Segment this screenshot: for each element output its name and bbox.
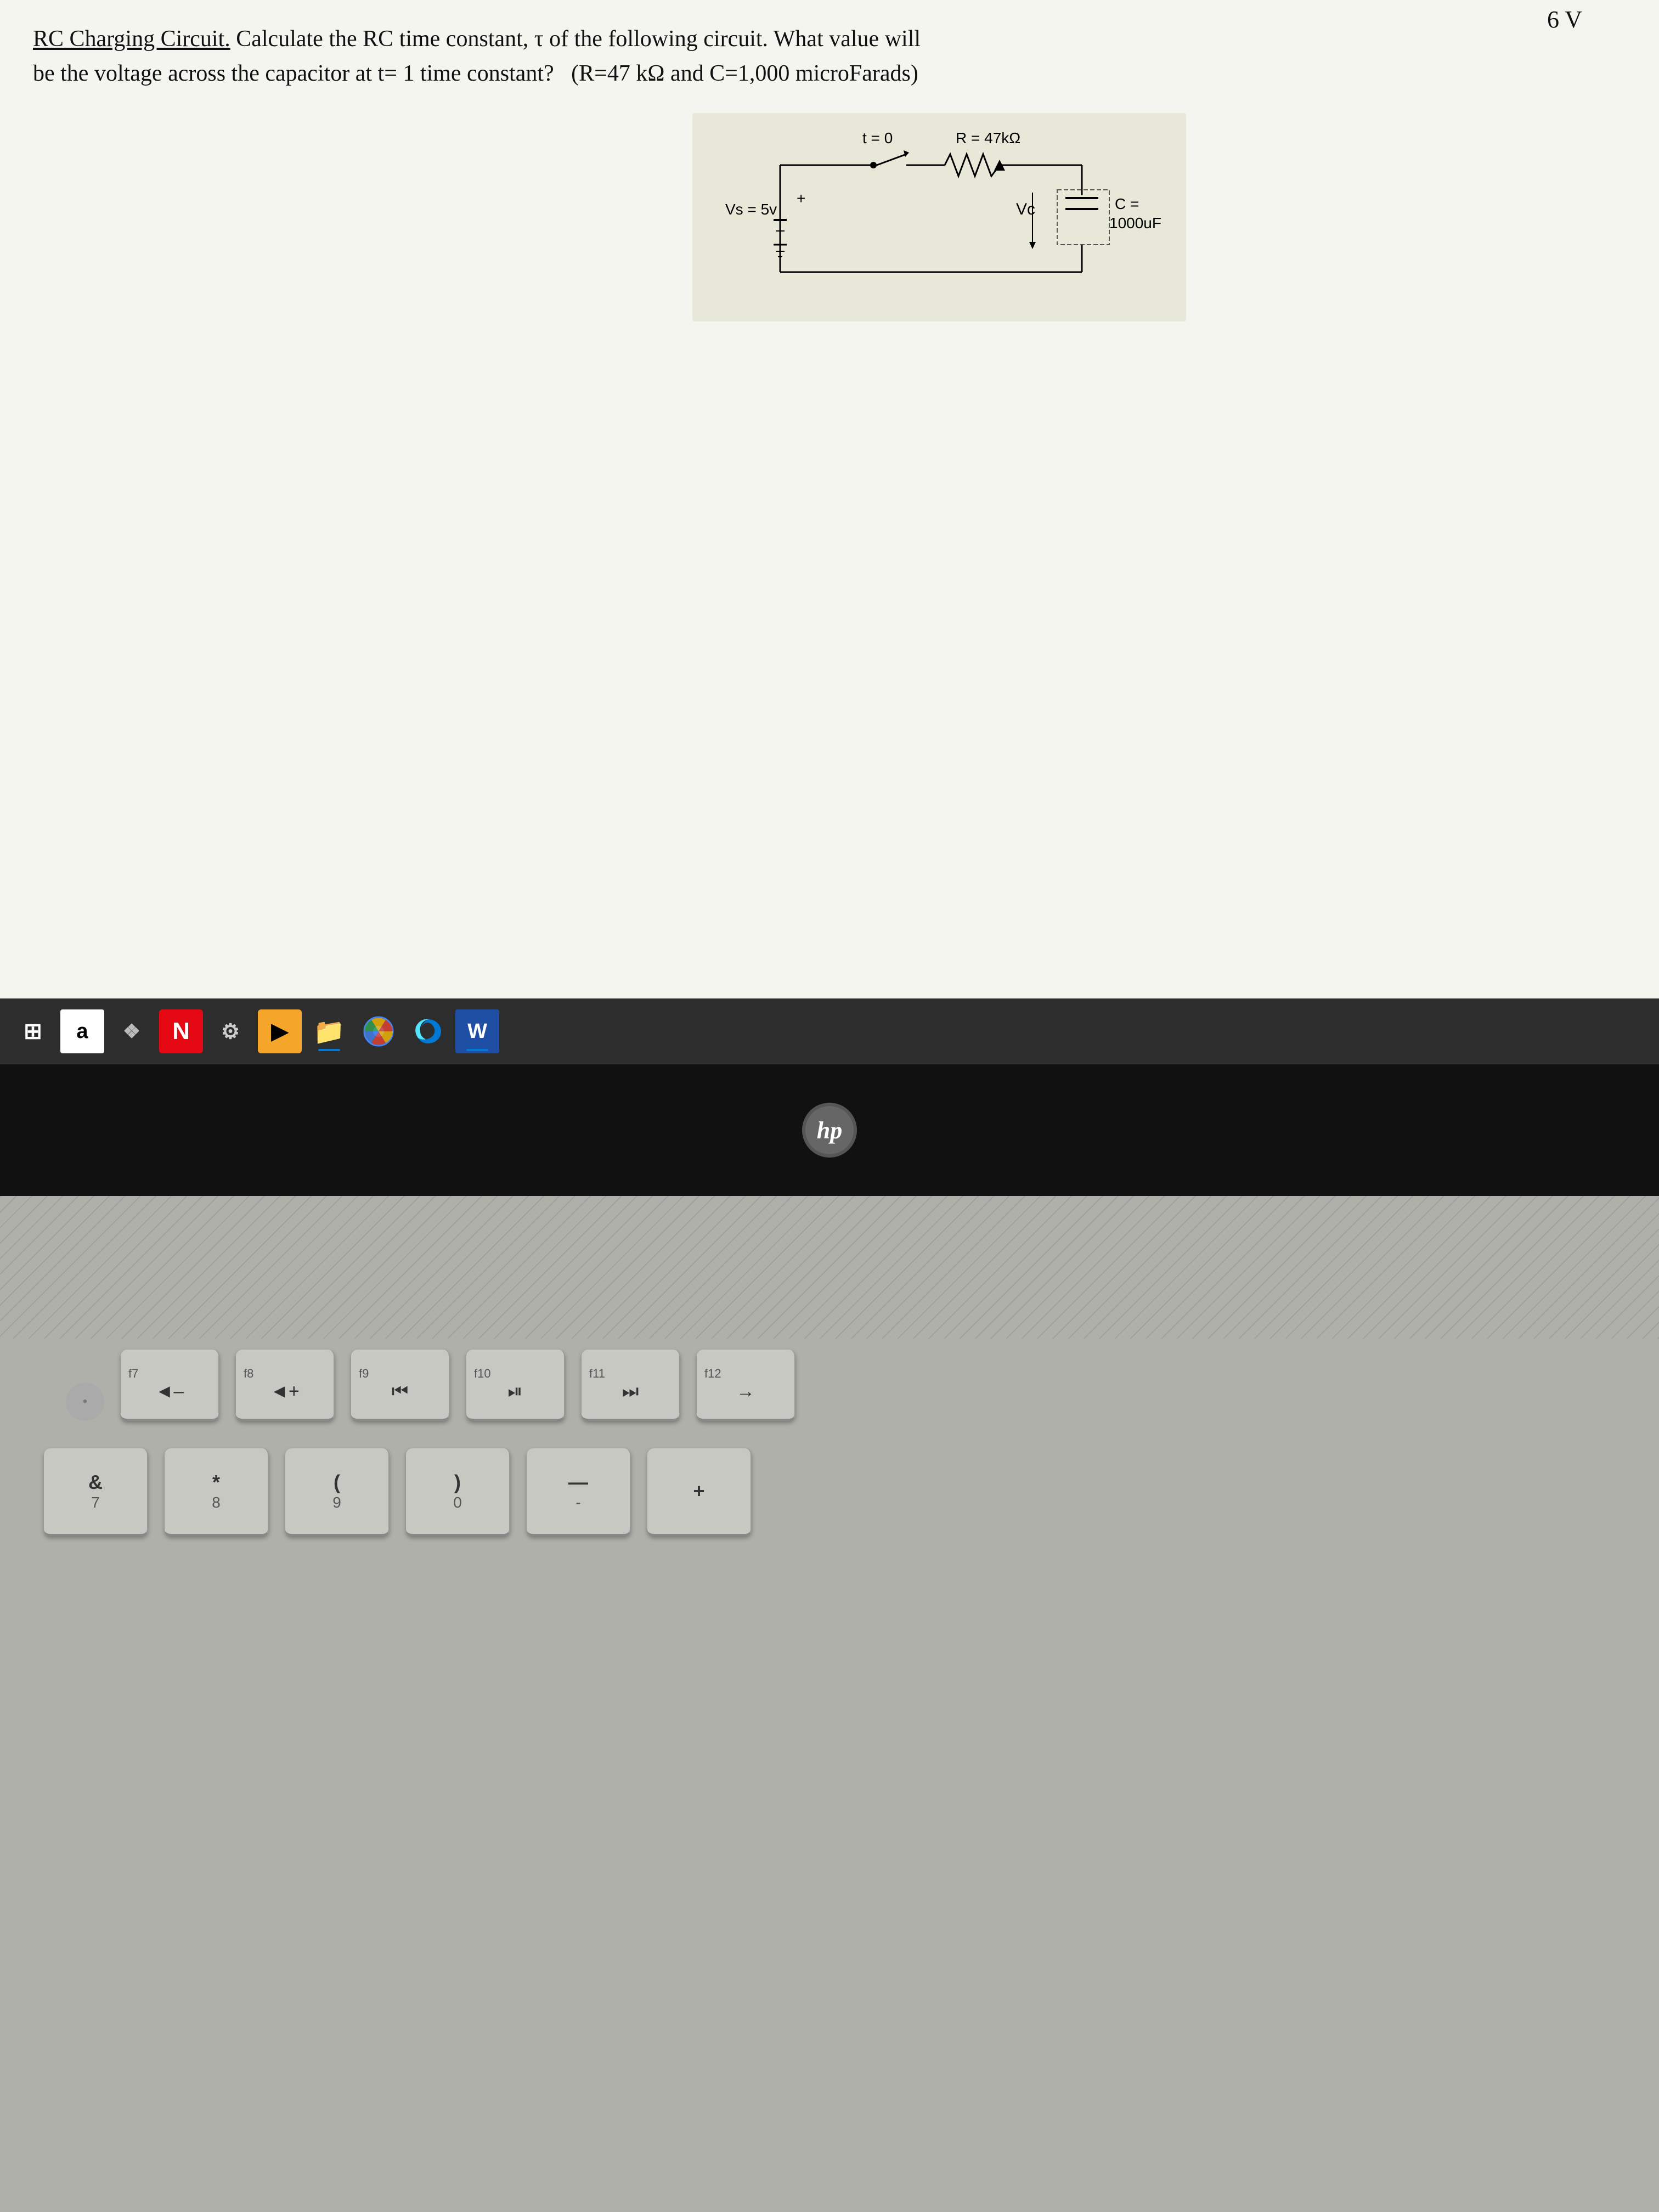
voltage-label: 6 V [1547, 5, 1582, 33]
f11-label: f11 [589, 1367, 605, 1381]
f12-key[interactable]: f12 → [697, 1350, 795, 1421]
f7-key[interactable]: f7 ◄– [121, 1350, 219, 1421]
question-underline: RC Charging Circuit. [33, 26, 230, 52]
start-icon: ⊞ [24, 1019, 42, 1044]
asterisk-key[interactable]: * 8 [165, 1448, 269, 1536]
f9-icon: ⏮ [392, 1381, 409, 1402]
minus-top: — [568, 1471, 588, 1494]
gear-icon: ⚙ [221, 1019, 240, 1044]
question-line2: be the voltage across the capacitor at t… [33, 61, 918, 86]
f8-icon: ◄+ [270, 1381, 300, 1402]
minus-key[interactable]: — - [527, 1448, 631, 1536]
rparen-key[interactable]: ) 0 [406, 1448, 510, 1536]
grid-icon: ❖ [123, 1020, 140, 1043]
nine-bottom: 9 [332, 1494, 341, 1511]
edge-icon [413, 1016, 443, 1047]
edge-button[interactable] [406, 1009, 450, 1053]
question-text: RC Charging Circuit. Calculate the RC ti… [33, 22, 1626, 91]
rparen-top: ) [454, 1471, 461, 1494]
word-button[interactable]: W [455, 1009, 499, 1053]
lparen-key[interactable]: ( 9 [285, 1448, 390, 1536]
zero-bottom: 0 [453, 1494, 462, 1511]
f7-label: f7 [128, 1367, 138, 1381]
f8-label: f8 [244, 1367, 253, 1381]
c-value: 1000uF [1109, 215, 1161, 232]
sticky-icon: ▶ [272, 1019, 289, 1044]
vent-lines [0, 1196, 1659, 1339]
f9-key[interactable]: f9 ⏮ [351, 1350, 450, 1421]
vs-label: Vs = 5v [725, 201, 777, 218]
eight-bottom: 8 [212, 1494, 221, 1511]
f7-icon: ◄– [155, 1381, 184, 1402]
plus-top: + [693, 1480, 704, 1503]
f10-label: f10 [474, 1367, 491, 1381]
function-keys-row: • f7 ◄– f8 ◄+ f9 ⏮ f10 ⏯ f11 ⏭ f12 → [66, 1350, 795, 1421]
dot-key[interactable]: • [66, 1383, 104, 1421]
folder-icon: 📁 [313, 1017, 345, 1047]
chrome-button[interactable] [357, 1009, 400, 1053]
f10-key[interactable]: f10 ⏯ [466, 1350, 565, 1421]
f11-key[interactable]: f11 ⏭ [582, 1350, 680, 1421]
minus-bottom: - [575, 1494, 580, 1511]
lparen-top: ( [334, 1471, 340, 1494]
file-explorer-button[interactable]: 📁 [307, 1009, 351, 1053]
amazon-button[interactable]: a [60, 1009, 104, 1053]
f10-icon: ⏯ [507, 1381, 522, 1402]
netflix-button[interactable]: N [159, 1009, 203, 1053]
r-label: R = 47kΩ [956, 129, 1020, 146]
laptop-screen: 6 V RC Charging Circuit. Calculate the R… [0, 0, 1659, 1207]
amazon-icon: a [76, 1020, 88, 1043]
ampersand-key[interactable]: & 7 [44, 1448, 148, 1536]
char-keys-row: & 7 * 8 ( 9 ) 0 — - + [44, 1448, 752, 1536]
c-label: C = [1115, 195, 1139, 212]
svg-text:hp: hp [817, 1117, 842, 1144]
hp-logo-svg: hp [805, 1105, 854, 1155]
hp-logo-area: hp [0, 1064, 1659, 1196]
netflix-icon: N [172, 1018, 190, 1045]
windows-start-button[interactable]: ⊞ [11, 1009, 55, 1053]
plus-label: + [797, 190, 805, 207]
plus-key[interactable]: + [647, 1448, 752, 1536]
f12-label: f12 [704, 1367, 721, 1381]
hp-logo: hp [802, 1103, 857, 1158]
word-icon: W [467, 1020, 487, 1043]
circuit-svg: t = 0 R = 47kΩ [692, 113, 1186, 321]
circuit-diagram: t = 0 R = 47kΩ [692, 113, 1186, 321]
sticky-notes-button[interactable]: ▶ [258, 1009, 302, 1053]
question-line1: Calculate the RC time constant, τ of the… [236, 26, 921, 52]
f8-key[interactable]: f8 ◄+ [236, 1350, 335, 1421]
seven-bottom: 7 [91, 1494, 100, 1511]
f11-icon: ⏭ [622, 1381, 639, 1402]
chrome-icon [363, 1016, 394, 1047]
f12-icon: → [736, 1381, 755, 1402]
f9-label: f9 [359, 1367, 369, 1381]
asterisk-top: * [212, 1471, 220, 1494]
keyboard-area: • f7 ◄– f8 ◄+ f9 ⏮ f10 ⏯ f11 ⏭ f12 → [0, 1196, 1659, 2212]
ampersand-top: & [88, 1471, 103, 1494]
screen-content: 6 V RC Charging Circuit. Calculate the R… [0, 0, 1659, 998]
four-squares-button[interactable]: ❖ [110, 1009, 154, 1053]
taskbar: ⊞ a ❖ N ⚙ ▶ 📁 [0, 998, 1659, 1064]
settings-button[interactable]: ⚙ [208, 1009, 252, 1053]
t-label: t = 0 [862, 129, 893, 146]
